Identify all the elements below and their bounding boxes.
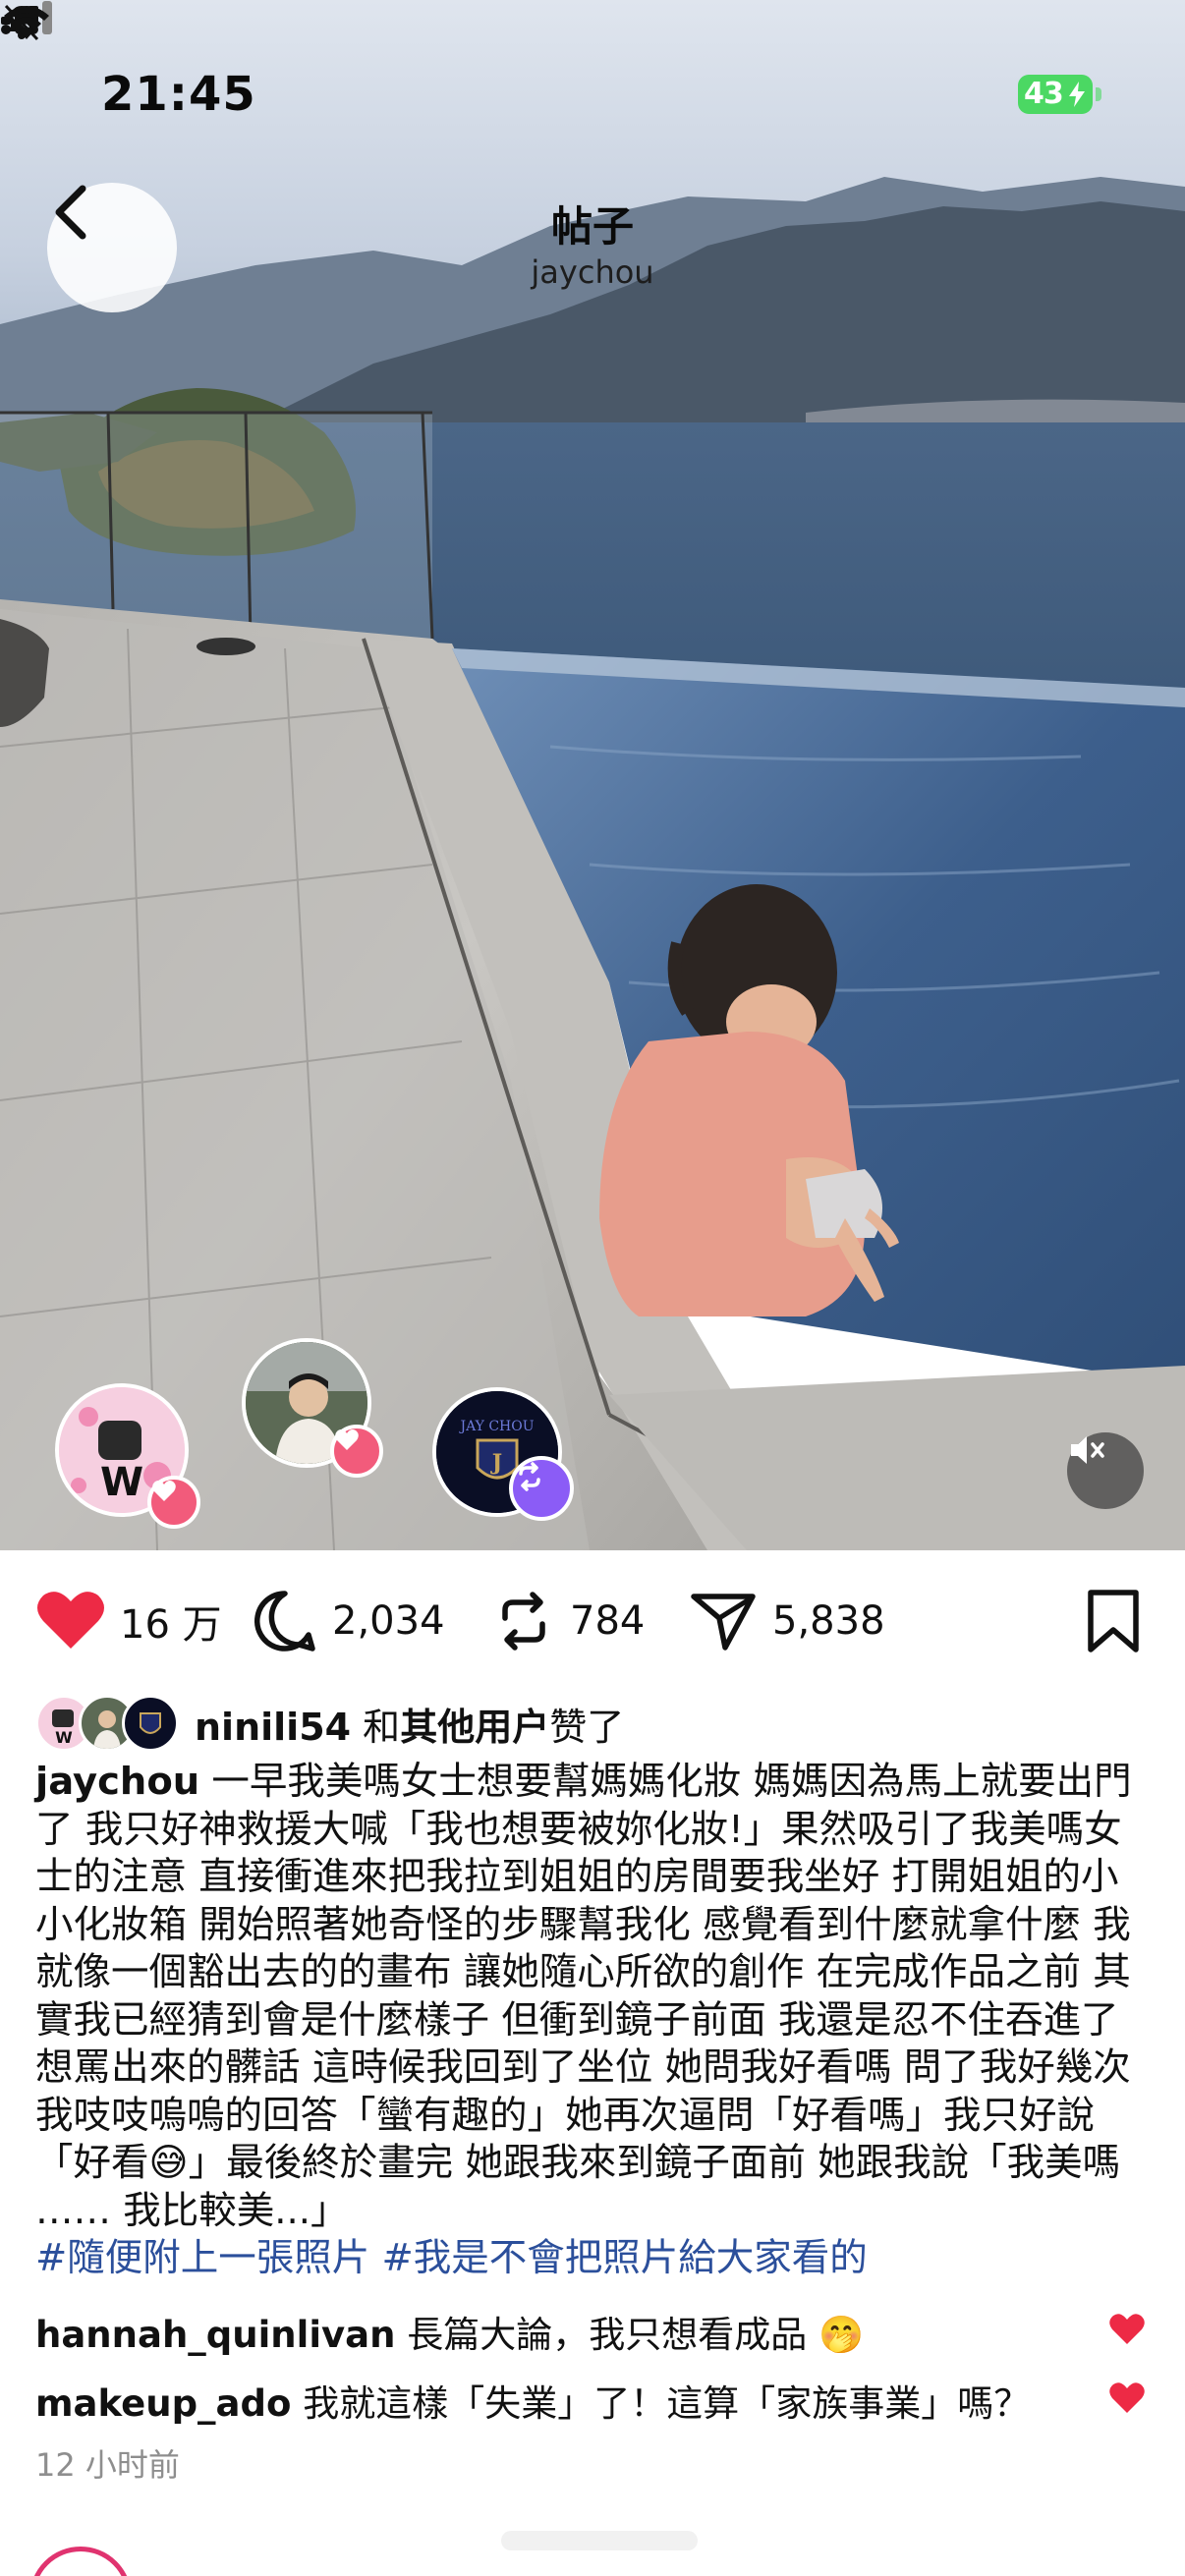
heart-badge <box>147 1476 200 1529</box>
charging-icon <box>1069 82 1085 107</box>
caption-author[interactable]: jaychou <box>35 1760 199 1804</box>
comment-heart-icon[interactable] <box>1108 2381 1146 2415</box>
share-button[interactable]: 5,838 <box>690 1572 885 1670</box>
other-users-link[interactable]: 其他用户 <box>400 1706 549 1749</box>
mute-button[interactable] <box>1067 1432 1144 1509</box>
action-bar: 16 万 2,034 784 5,838 <box>0 1572 1185 1670</box>
heart-icon <box>335 1429 359 1450</box>
heart-badge <box>330 1425 383 1478</box>
next-post-avatar[interactable] <box>29 2547 132 2576</box>
page-title: 帖子 <box>550 202 634 251</box>
comment-text: 我就這樣「失業」了！這算「家族事業」嗎？ <box>291 2382 1031 2425</box>
like-button[interactable]: 16 万 <box>35 1572 222 1670</box>
bookmark-button[interactable] <box>1085 1572 1142 1670</box>
comment-row[interactable]: makeup_ado 我就這樣「失業」了！這算「家族事業」嗎？ <box>35 2374 1116 2427</box>
repost-count: 784 <box>570 1598 646 1644</box>
mute-icon <box>1071 1436 1104 1464</box>
share-icon <box>691 1594 756 1651</box>
comment-icon <box>254 1591 315 1652</box>
battery-indicator: 43 <box>1018 75 1102 114</box>
wifi-icon <box>4 6 49 39</box>
post-timestamp: 12 小时前 <box>35 2446 180 2484</box>
repost-badge <box>509 1456 574 1521</box>
comment-author[interactable]: hannah_quinlivan <box>35 2314 395 2356</box>
status-bar: 21:45 43 <box>0 0 1185 147</box>
battery-level: 43 <box>1024 77 1064 111</box>
liker-mini-avatar-3 <box>122 1695 179 1752</box>
status-time: 21:45 <box>101 67 256 122</box>
repost-button[interactable]: 784 <box>491 1572 645 1670</box>
svg-text:JAY CHOU: JAY CHOU <box>458 1419 534 1434</box>
heart-icon <box>37 1592 104 1649</box>
hashtag-link[interactable]: #隨便附上一張照片 <box>35 2236 369 2280</box>
svg-text:J: J <box>490 1450 502 1476</box>
comment-text: 長篇大論，我只想看成品 🤭 <box>395 2314 865 2356</box>
next-post-preview <box>501 2531 698 2550</box>
caption-text: 一早我美嗎女士想要幫媽媽化妝 媽媽因為馬上就要出門了 我只好神救援大喊「我也想要… <box>35 1760 1132 2233</box>
post-caption: jaychou 一早我美嗎女士想要幫媽媽化妝 媽媽因為馬上就要出門了 我只好神救… <box>35 1759 1156 2283</box>
svg-text:W: W <box>100 1460 143 1505</box>
comment-count: 2,034 <box>332 1598 445 1644</box>
comment-author[interactable]: makeup_ado <box>35 2382 291 2425</box>
comment-row[interactable]: hannah_quinlivan 長篇大論，我只想看成品 🤭 <box>35 2305 1116 2358</box>
hashtag-link[interactable]: #我是不會把照片給大家看的 <box>382 2236 868 2280</box>
svg-text:W: W <box>55 1728 73 1747</box>
comment-button[interactable]: 2,034 <box>252 1572 445 1670</box>
comment-heart-icon[interactable] <box>1108 2313 1146 2346</box>
repost-icon <box>519 1462 540 1491</box>
like-count: 16 万 <box>120 1602 222 1648</box>
repost-icon <box>502 1592 545 1651</box>
bookmark-icon <box>1088 1590 1139 1652</box>
liked-by-text: ninili54 和其他用户赞了 <box>195 1705 625 1749</box>
share-count: 5,838 <box>772 1598 885 1644</box>
heart-icon <box>152 1481 176 1501</box>
page-subtitle-username[interactable]: jaychou <box>0 253 1185 291</box>
liked-by-row[interactable]: W ninili54 和其他用户赞了 <box>35 1692 624 1755</box>
post-photo[interactable]: 21:45 43 帖子 jaychou W JAY CHOU J <box>0 0 1185 1550</box>
liker-username[interactable]: ninili54 <box>195 1706 351 1749</box>
